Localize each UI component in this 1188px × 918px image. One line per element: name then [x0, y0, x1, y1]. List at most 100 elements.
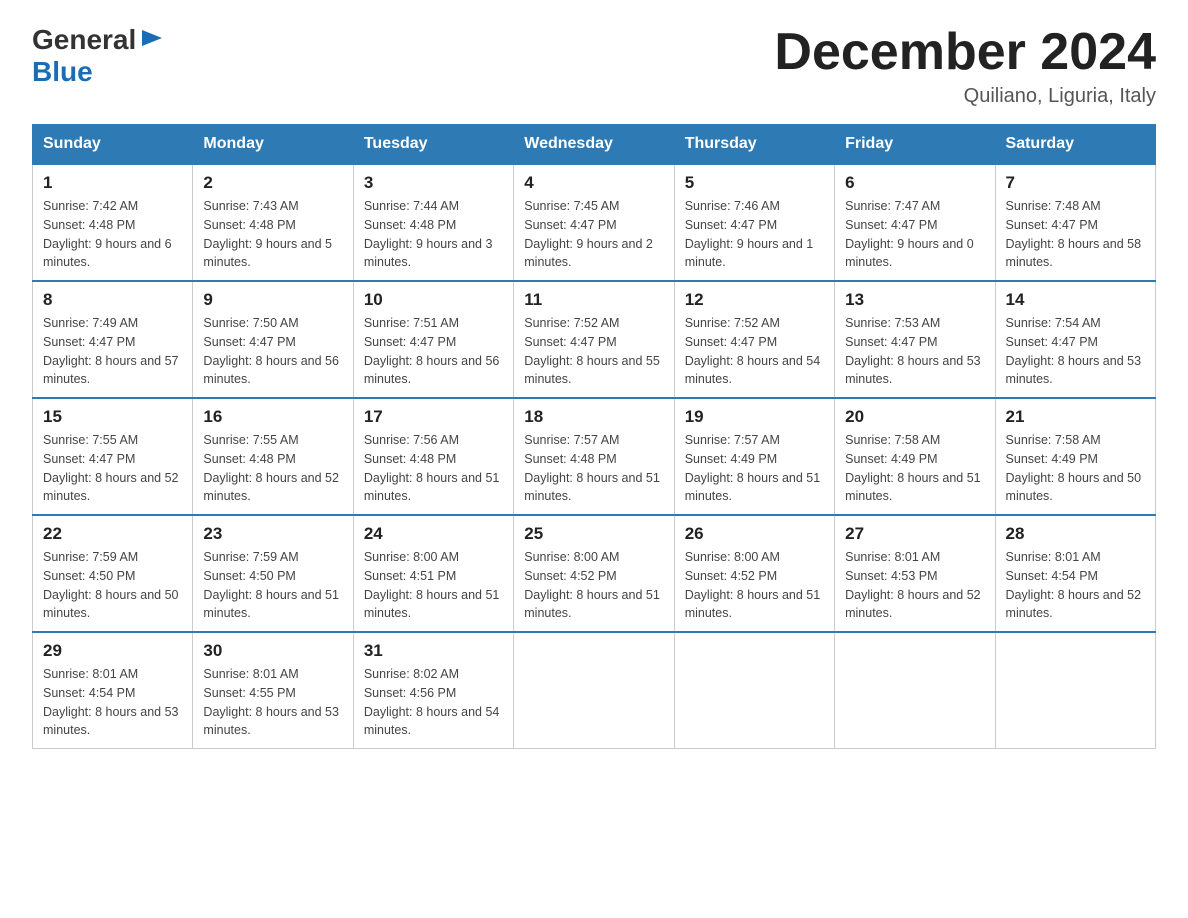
day-info: Sunrise: 8:01 AMSunset: 4:55 PMDaylight:… [203, 665, 342, 740]
day-info: Sunrise: 7:52 AMSunset: 4:47 PMDaylight:… [524, 314, 663, 389]
day-number: 8 [43, 290, 182, 310]
day-number: 3 [364, 173, 503, 193]
calendar-cell: 3 Sunrise: 7:44 AMSunset: 4:48 PMDaylight… [353, 164, 513, 281]
calendar-cell: 20 Sunrise: 7:58 AMSunset: 4:49 PMDayligh… [835, 398, 995, 515]
calendar-cell: 31 Sunrise: 8:02 AMSunset: 4:56 PMDayligh… [353, 632, 513, 749]
day-info: Sunrise: 7:48 AMSunset: 4:47 PMDaylight:… [1006, 197, 1145, 272]
day-info: Sunrise: 8:00 AMSunset: 4:52 PMDaylight:… [685, 548, 824, 623]
day-number: 9 [203, 290, 342, 310]
calendar-cell: 26 Sunrise: 8:00 AMSunset: 4:52 PMDayligh… [674, 515, 834, 632]
day-number: 10 [364, 290, 503, 310]
column-header-sunday: Sunday [33, 125, 193, 165]
day-info: Sunrise: 7:59 AMSunset: 4:50 PMDaylight:… [203, 548, 342, 623]
calendar-cell: 29 Sunrise: 8:01 AMSunset: 4:54 PMDayligh… [33, 632, 193, 749]
day-info: Sunrise: 8:02 AMSunset: 4:56 PMDaylight:… [364, 665, 503, 740]
day-number: 29 [43, 641, 182, 661]
column-header-monday: Monday [193, 125, 353, 165]
calendar-cell: 7Sunrise: 7:48 AMSunset: 4:47 PMDaylight… [995, 164, 1155, 281]
calendar-cell: 11Sunrise: 7:52 AMSunset: 4:47 PMDayligh… [514, 281, 674, 398]
day-number: 22 [43, 524, 182, 544]
day-number: 15 [43, 407, 182, 427]
day-number: 4 [524, 173, 663, 193]
day-info: Sunrise: 7:55 AMSunset: 4:47 PMDaylight:… [43, 431, 182, 506]
calendar-cell: 2 Sunrise: 7:43 AMSunset: 4:48 PMDaylight… [193, 164, 353, 281]
calendar-cell: 12Sunrise: 7:52 AMSunset: 4:47 PMDayligh… [674, 281, 834, 398]
calendar-cell [674, 632, 834, 749]
calendar-cell: 9Sunrise: 7:50 AMSunset: 4:47 PMDaylight… [193, 281, 353, 398]
calendar-cell: 27 Sunrise: 8:01 AMSunset: 4:53 PMDayligh… [835, 515, 995, 632]
day-number: 12 [685, 290, 824, 310]
week-row-4: 22 Sunrise: 7:59 AMSunset: 4:50 PMDayligh… [33, 515, 1156, 632]
day-info: Sunrise: 7:58 AMSunset: 4:49 PMDaylight:… [1006, 431, 1145, 506]
calendar-cell: 15 Sunrise: 7:55 AMSunset: 4:47 PMDayligh… [33, 398, 193, 515]
calendar-cell: 10 Sunrise: 7:51 AMSunset: 4:47 PMDayligh… [353, 281, 513, 398]
day-info: Sunrise: 7:49 AMSunset: 4:47 PMDaylight:… [43, 314, 182, 389]
calendar-cell [835, 632, 995, 749]
day-number: 16 [203, 407, 342, 427]
day-info: Sunrise: 8:00 AMSunset: 4:52 PMDaylight:… [524, 548, 663, 623]
column-header-friday: Friday [835, 125, 995, 165]
day-info: Sunrise: 7:51 AMSunset: 4:47 PMDaylight:… [364, 314, 503, 389]
calendar-cell: 22 Sunrise: 7:59 AMSunset: 4:50 PMDayligh… [33, 515, 193, 632]
calendar-cell: 5 Sunrise: 7:46 AMSunset: 4:47 PMDaylight… [674, 164, 834, 281]
day-info: Sunrise: 7:55 AMSunset: 4:48 PMDaylight:… [203, 431, 342, 506]
day-number: 31 [364, 641, 503, 661]
day-info: Sunrise: 7:53 AMSunset: 4:47 PMDaylight:… [845, 314, 984, 389]
day-number: 2 [203, 173, 342, 193]
calendar-cell: 16 Sunrise: 7:55 AMSunset: 4:48 PMDayligh… [193, 398, 353, 515]
week-row-2: 8 Sunrise: 7:49 AMSunset: 4:47 PMDaylight… [33, 281, 1156, 398]
title-section: December 2024 Quiliano, Liguria, Italy [774, 24, 1156, 108]
column-header-thursday: Thursday [674, 125, 834, 165]
column-header-wednesday: Wednesday [514, 125, 674, 165]
day-info: Sunrise: 7:43 AMSunset: 4:48 PMDaylight:… [203, 197, 342, 272]
calendar-table: SundayMondayTuesdayWednesdayThursdayFrid… [32, 124, 1156, 749]
day-number: 14 [1006, 290, 1145, 310]
day-number: 13 [845, 290, 984, 310]
logo-general-text: General [32, 24, 136, 56]
calendar-cell: 25 Sunrise: 8:00 AMSunset: 4:52 PMDayligh… [514, 515, 674, 632]
day-info: Sunrise: 8:01 AMSunset: 4:54 PMDaylight:… [1006, 548, 1145, 623]
calendar-cell: 13 Sunrise: 7:53 AMSunset: 4:47 PMDayligh… [835, 281, 995, 398]
month-title: December 2024 [774, 24, 1156, 81]
day-number: 20 [845, 407, 984, 427]
day-info: Sunrise: 7:47 AMSunset: 4:47 PMDaylight:… [845, 197, 984, 272]
day-number: 25 [524, 524, 663, 544]
day-number: 26 [685, 524, 824, 544]
day-number: 27 [845, 524, 984, 544]
day-number: 5 [685, 173, 824, 193]
day-number: 23 [203, 524, 342, 544]
day-number: 21 [1006, 407, 1145, 427]
day-info: Sunrise: 8:01 AMSunset: 4:54 PMDaylight:… [43, 665, 182, 740]
day-number: 1 [43, 173, 182, 193]
column-header-saturday: Saturday [995, 125, 1155, 165]
page-header: General Blue December 2024 Quiliano, Lig… [32, 24, 1156, 108]
calendar-cell: 8 Sunrise: 7:49 AMSunset: 4:47 PMDaylight… [33, 281, 193, 398]
day-info: Sunrise: 7:42 AMSunset: 4:48 PMDaylight:… [43, 197, 182, 272]
day-info: Sunrise: 7:46 AMSunset: 4:47 PMDaylight:… [685, 197, 824, 272]
day-info: Sunrise: 7:56 AMSunset: 4:48 PMDaylight:… [364, 431, 503, 506]
day-info: Sunrise: 7:44 AMSunset: 4:48 PMDaylight:… [364, 197, 503, 272]
calendar-cell: 23 Sunrise: 7:59 AMSunset: 4:50 PMDayligh… [193, 515, 353, 632]
day-info: Sunrise: 7:57 AMSunset: 4:49 PMDaylight:… [685, 431, 824, 506]
calendar-cell: 6 Sunrise: 7:47 AMSunset: 4:47 PMDaylight… [835, 164, 995, 281]
logo: General Blue [32, 24, 166, 88]
calendar-cell: 4Sunrise: 7:45 AMSunset: 4:47 PMDaylight… [514, 164, 674, 281]
day-number: 28 [1006, 524, 1145, 544]
day-info: Sunrise: 7:57 AMSunset: 4:48 PMDaylight:… [524, 431, 663, 506]
day-info: Sunrise: 7:58 AMSunset: 4:49 PMDaylight:… [845, 431, 984, 506]
calendar-cell: 18 Sunrise: 7:57 AMSunset: 4:48 PMDayligh… [514, 398, 674, 515]
logo-arrow-icon [138, 24, 166, 52]
day-number: 17 [364, 407, 503, 427]
week-row-1: 1 Sunrise: 7:42 AMSunset: 4:48 PMDaylight… [33, 164, 1156, 281]
day-number: 18 [524, 407, 663, 427]
calendar-cell: 14Sunrise: 7:54 AMSunset: 4:47 PMDayligh… [995, 281, 1155, 398]
calendar-cell: 24Sunrise: 8:00 AMSunset: 4:51 PMDayligh… [353, 515, 513, 632]
calendar-cell [514, 632, 674, 749]
day-info: Sunrise: 8:01 AMSunset: 4:53 PMDaylight:… [845, 548, 984, 623]
day-number: 30 [203, 641, 342, 661]
week-row-3: 15 Sunrise: 7:55 AMSunset: 4:47 PMDayligh… [33, 398, 1156, 515]
calendar-cell: 28 Sunrise: 8:01 AMSunset: 4:54 PMDayligh… [995, 515, 1155, 632]
day-info: Sunrise: 7:59 AMSunset: 4:50 PMDaylight:… [43, 548, 182, 623]
day-number: 24 [364, 524, 503, 544]
day-number: 6 [845, 173, 984, 193]
